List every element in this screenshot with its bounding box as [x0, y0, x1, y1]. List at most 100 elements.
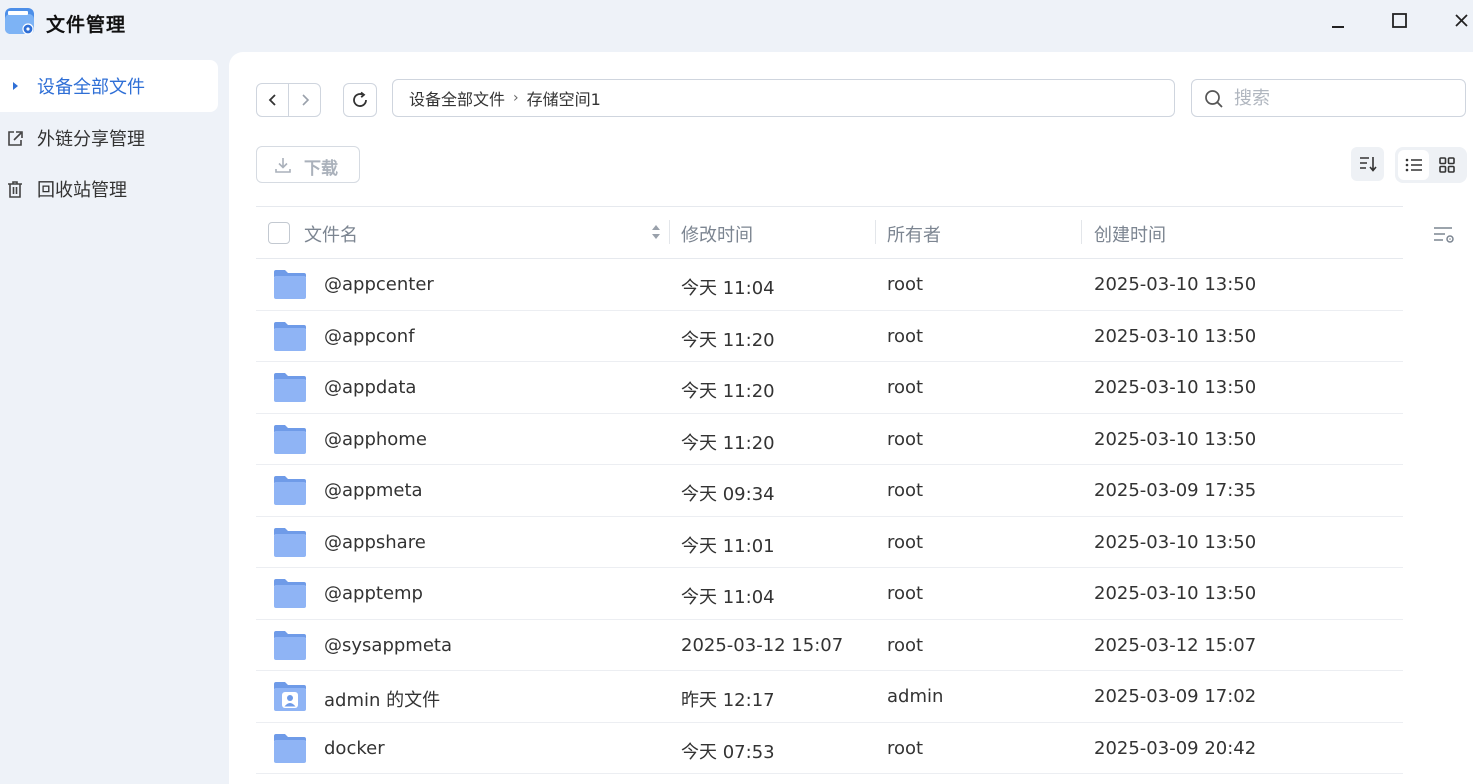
- modified-time: 昨天 12:17: [681, 690, 775, 711]
- minimize-icon[interactable]: [1326, 8, 1350, 32]
- column-header-owner[interactable]: 所有者: [887, 221, 941, 247]
- view-toggle: [1395, 147, 1467, 183]
- folder-icon: [274, 733, 306, 763]
- file-table: 文件名 修改时间 所有者 创建时间 @appcenter 今天 11:04 root…: [256, 206, 1403, 774]
- download-button[interactable]: 下载: [256, 146, 360, 183]
- download-icon: [275, 158, 291, 173]
- table-row[interactable]: @appconf 今天 11:20 root 2025-03-10 13:50: [256, 311, 1403, 362]
- close-icon[interactable]: [1449, 8, 1473, 32]
- folder-icon: [274, 424, 306, 454]
- file-name: @apptemp: [324, 583, 423, 604]
- grid-view-button[interactable]: [1431, 150, 1462, 180]
- owner: root: [887, 274, 924, 295]
- caret-right-icon: [13, 82, 18, 90]
- created-time: 2025-03-09 17:02: [1094, 686, 1257, 707]
- title-bar: 文件管理: [0, 0, 1473, 48]
- created-time: 2025-03-09 20:42: [1094, 737, 1257, 759]
- refresh-button[interactable]: [343, 83, 377, 117]
- search-input[interactable]: [1234, 86, 1454, 110]
- folder-icon: [274, 630, 306, 660]
- sidebar-item-all-files[interactable]: 设备全部文件: [0, 60, 218, 112]
- table-row[interactable]: @appdata 今天 11:20 root 2025-03-10 13:50: [256, 362, 1403, 414]
- file-name: @appmeta: [324, 480, 423, 501]
- breadcrumb: 设备全部文件 › 存储空间1: [392, 79, 1175, 117]
- owner: admin: [887, 686, 944, 707]
- sidebar-item-label: 外链分享管理: [37, 128, 145, 150]
- sidebar-item-recycle-bin[interactable]: 回收站管理: [0, 163, 220, 214]
- table-row[interactable]: @appshare 今天 11:01 root 2025-03-10 13:50: [256, 517, 1403, 568]
- folder-icon: [274, 321, 306, 351]
- chevron-left-icon: [268, 94, 276, 106]
- modified-time: 今天 11:01: [681, 535, 775, 557]
- file-name: @sysappmeta: [324, 634, 452, 656]
- column-divider[interactable]: [875, 220, 876, 244]
- column-header-created[interactable]: 创建时间: [1094, 221, 1166, 247]
- owner: root: [887, 325, 924, 347]
- owner: root: [887, 428, 924, 450]
- table-body: @appcenter 今天 11:04 root 2025-03-10 13:50 @a…: [256, 259, 1403, 774]
- column-header-modified[interactable]: 修改时间: [681, 221, 753, 247]
- table-row[interactable]: admin 的文件 昨天 12:17 admin 2025-03-09 17:02: [256, 671, 1403, 723]
- modified-time: 今天 11:20: [681, 432, 775, 454]
- modified-time: 今天 11:20: [681, 381, 775, 402]
- refresh-icon: [353, 91, 367, 107]
- file-manager-app-icon: [5, 8, 34, 35]
- table-row[interactable]: @appmeta 今天 09:34 root 2025-03-09 17:35: [256, 465, 1403, 517]
- created-time: 2025-03-10 13:50: [1094, 274, 1257, 295]
- owner: root: [887, 531, 924, 553]
- folder-icon: [274, 270, 306, 299]
- modified-time: 2025-03-12 15:07: [681, 634, 844, 656]
- table-row[interactable]: @appcenter 今天 11:04 root 2025-03-10 13:50: [256, 259, 1403, 311]
- column-divider[interactable]: [1081, 220, 1082, 244]
- search-icon: [1205, 90, 1223, 108]
- owner: root: [887, 634, 924, 656]
- modified-time: 今天 11:20: [681, 329, 775, 351]
- column-header-name[interactable]: 文件名: [304, 221, 358, 247]
- breadcrumb-item[interactable]: 存储空间1: [527, 86, 601, 110]
- list-view-button[interactable]: [1398, 150, 1429, 180]
- table-row[interactable]: @apphome 今天 11:20 root 2025-03-10 13:50: [256, 414, 1403, 465]
- sidebar-item-label: 回收站管理: [37, 179, 127, 201]
- owner: root: [887, 737, 924, 759]
- created-time: 2025-03-12 15:07: [1094, 634, 1257, 656]
- back-button[interactable]: [257, 84, 288, 116]
- folder-icon: [274, 373, 306, 402]
- file-name: @appconf: [324, 325, 415, 347]
- share-icon: [8, 130, 23, 146]
- user-folder-icon: [274, 682, 306, 711]
- modified-time: 今天 09:34: [681, 484, 775, 505]
- folder-icon: [274, 527, 306, 557]
- file-name: @appshare: [324, 531, 426, 553]
- sort-button[interactable]: [1351, 147, 1384, 181]
- trash-icon: [8, 180, 22, 198]
- table-row[interactable]: @sysappmeta 2025-03-12 15:07 root 2025-03-1…: [256, 620, 1403, 671]
- table-header: 文件名 修改时间 所有者 创建时间: [256, 206, 1403, 259]
- breadcrumb-separator-icon: ›: [513, 90, 519, 106]
- modified-time: 今天 11:04: [681, 278, 775, 299]
- table-row[interactable]: docker 今天 07:53 root 2025-03-09 20:42: [256, 723, 1403, 774]
- download-label: 下载: [304, 159, 338, 179]
- file-name: docker: [324, 737, 385, 759]
- table-row[interactable]: @apptemp 今天 11:04 root 2025-03-10 13:50: [256, 568, 1403, 620]
- nav-buttons: [256, 83, 321, 117]
- forward-button[interactable]: [288, 84, 320, 116]
- owner: root: [887, 480, 924, 501]
- chevron-right-icon: [302, 94, 309, 106]
- owner: root: [887, 377, 924, 398]
- file-name: admin 的文件: [324, 690, 441, 711]
- column-divider[interactable]: [669, 220, 670, 244]
- main-panel: 设备全部文件 › 存储空间1 下载 文件名 修改时间 所有者 创建时: [229, 52, 1473, 784]
- sort-arrows-icon[interactable]: [649, 221, 663, 243]
- column-settings-icon[interactable]: [1432, 224, 1456, 246]
- grid-icon: [1438, 157, 1455, 173]
- file-name: @appdata: [324, 377, 417, 398]
- created-time: 2025-03-10 13:50: [1094, 325, 1257, 347]
- search-box: [1191, 79, 1466, 117]
- sidebar-item-share-links[interactable]: 外链分享管理: [0, 112, 220, 163]
- maximize-icon[interactable]: [1387, 8, 1411, 32]
- breadcrumb-item[interactable]: 设备全部文件: [409, 86, 505, 110]
- select-all-checkbox[interactable]: [268, 222, 290, 244]
- created-time: 2025-03-09 17:35: [1094, 480, 1257, 501]
- sort-icon: [1359, 157, 1377, 172]
- created-time: 2025-03-10 13:50: [1094, 583, 1257, 604]
